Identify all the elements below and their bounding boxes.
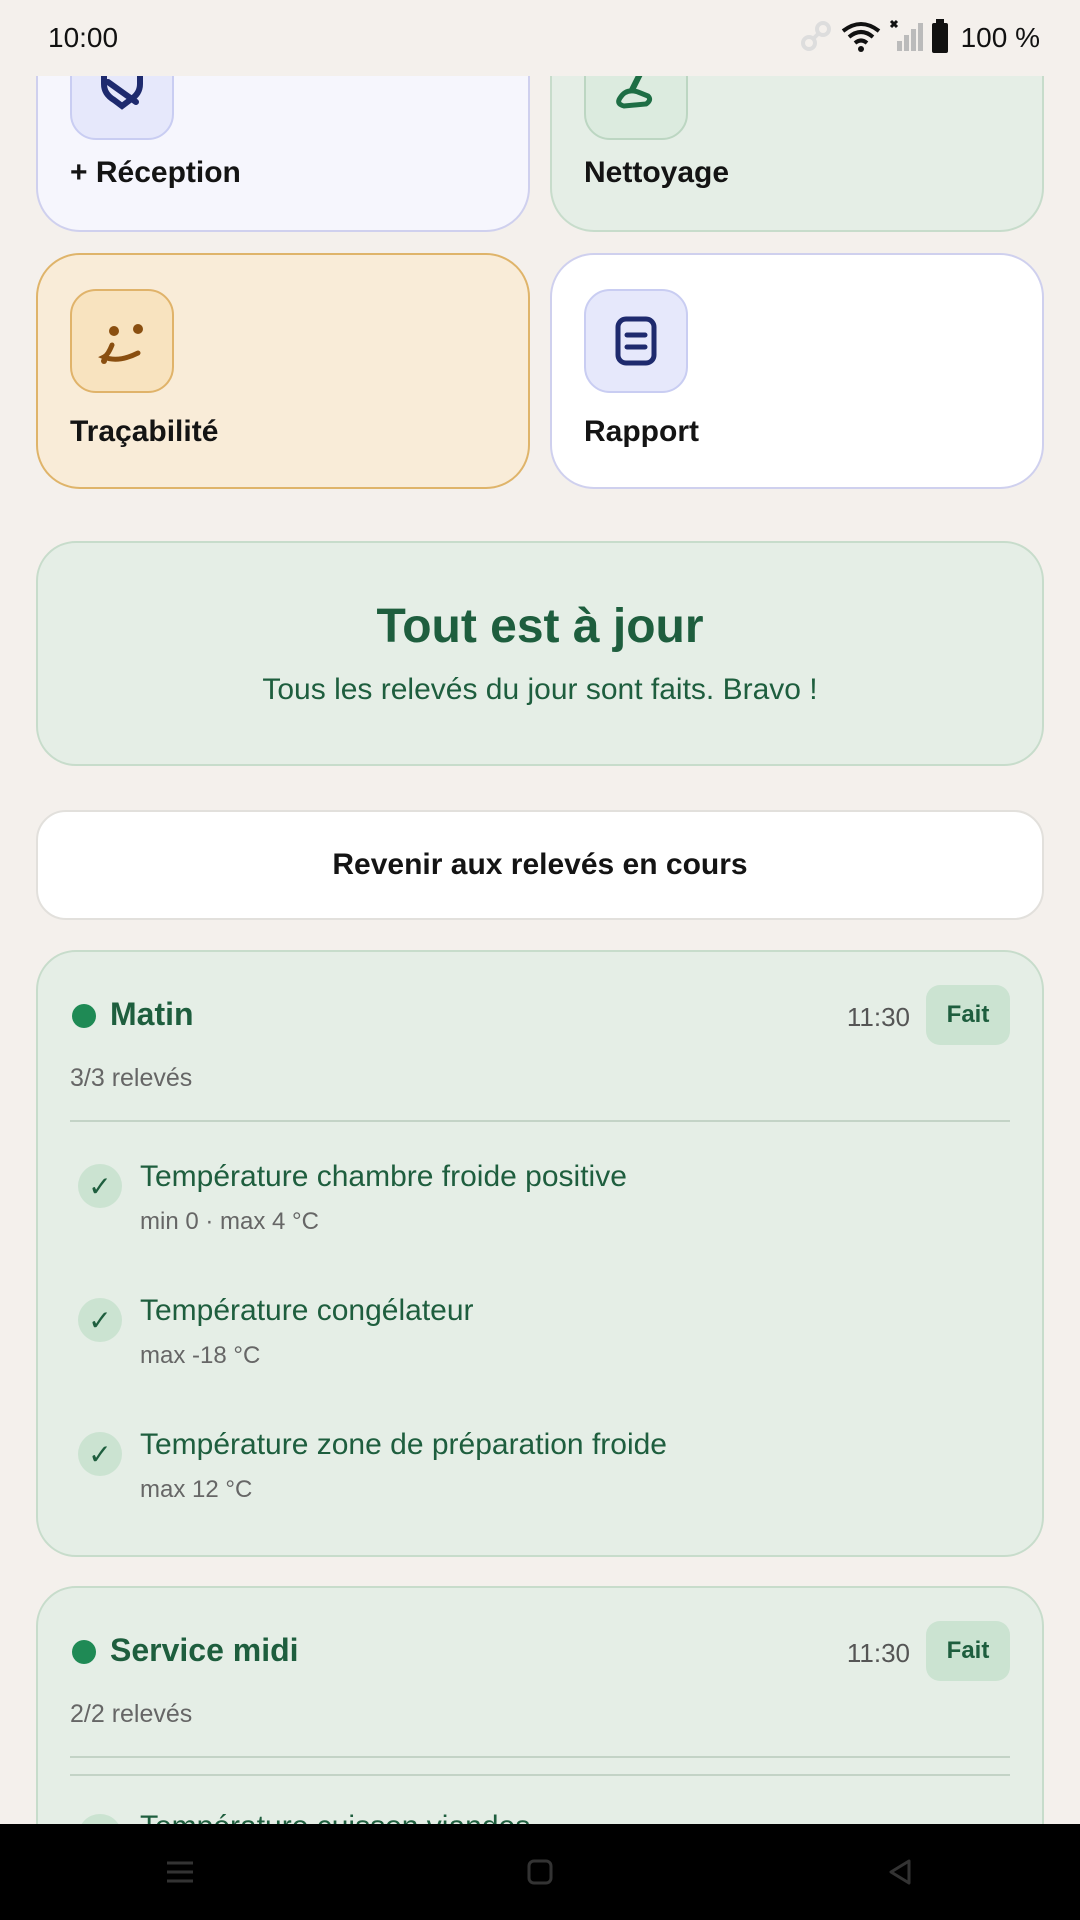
divider [70,1774,1010,1776]
tile-tracabilite[interactable]: Traçabilité [36,253,530,489]
up-to-date-card: Tout est à jour Tous les relevés du jour… [36,541,1044,766]
status-dot [72,1640,96,1664]
session-card-service-midi[interactable]: Service midi 11:30 Fait 2/2 relevés ✓ Te… [36,1586,1044,1824]
reading-range: max 12 °C [140,1476,253,1503]
check-icon: ✓ [78,1164,122,1208]
data-saver-icon [799,19,833,58]
reading-title: Température cuisson viandes [140,1810,530,1824]
home-nav-icon[interactable] [510,1842,570,1902]
status-dot [72,1004,96,1028]
status-icons: 100 % [799,18,1040,58]
session-time: 11:30 [846,1002,910,1032]
back-nav-icon[interactable] [870,1842,930,1902]
status-time: 10:00 [48,22,119,53]
tile-rapport-label: Rapport [584,415,699,448]
up-to-date-subtitle: Tous les relevés du jour sont faits. Bra… [262,673,818,706]
tile-reception-label: + Réception [70,156,241,189]
status-badge: Fait [926,1621,1010,1681]
divider [70,1756,1010,1758]
up-to-date-title: Tout est à jour [376,600,704,653]
session-title: Matin [110,996,194,1032]
battery-icon [931,18,949,58]
session-time: 11:30 [846,1638,910,1668]
status-badge: Fait [926,985,1010,1045]
back-to-current-readings-button[interactable]: Revenir aux relevés en cours [36,810,1044,920]
app-screen: + Réception Nettoyage Traçabilité Rappor… [0,0,1080,1920]
reading-item[interactable]: ✓ Température congélateur max -18 °C [78,1294,1010,1394]
tile-rapport[interactable]: Rapport [550,253,1044,489]
check-icon: ✓ [78,1298,122,1342]
tag-icon [70,289,174,393]
reading-item[interactable]: ✓ Température zone de préparation froide… [78,1428,1010,1528]
reading-item[interactable]: ✓ Température chambre froide positive mi… [78,1160,1010,1260]
navigation-bar [0,1824,1080,1920]
session-count: 2/2 relevés [70,1700,193,1728]
signal-icon [889,19,923,58]
session-title: Service midi [110,1632,299,1668]
scroll-content[interactable]: + Réception Nettoyage Traçabilité Rappor… [0,0,1080,1824]
reading-title: Température chambre froide positive [140,1160,627,1193]
check-icon: ✓ [78,1814,122,1824]
tile-tracabilite-label: Traçabilité [70,415,219,448]
reading-title: Température congélateur [140,1294,474,1327]
session-count: 3/3 relevés [70,1064,193,1092]
reading-title: Température zone de préparation froide [140,1428,667,1461]
divider [70,1120,1010,1122]
menu-nav-icon[interactable] [150,1842,210,1902]
reading-range: max -18 °C [140,1342,261,1369]
check-icon: ✓ [78,1432,122,1476]
status-bar: 10:00 100 % [0,0,1080,76]
reading-range: min 0 · max 4 °C [140,1208,319,1235]
report-icon [584,289,688,393]
battery-percent: 100 % [960,22,1040,53]
wifi-icon [841,19,881,58]
reading-item[interactable]: ✓ Température cuisson viandes [78,1810,1010,1824]
session-card-matin[interactable]: Matin 11:30 Fait 3/3 relevés ✓ Températu… [36,950,1044,1557]
tile-nettoyage-label: Nettoyage [584,156,730,189]
